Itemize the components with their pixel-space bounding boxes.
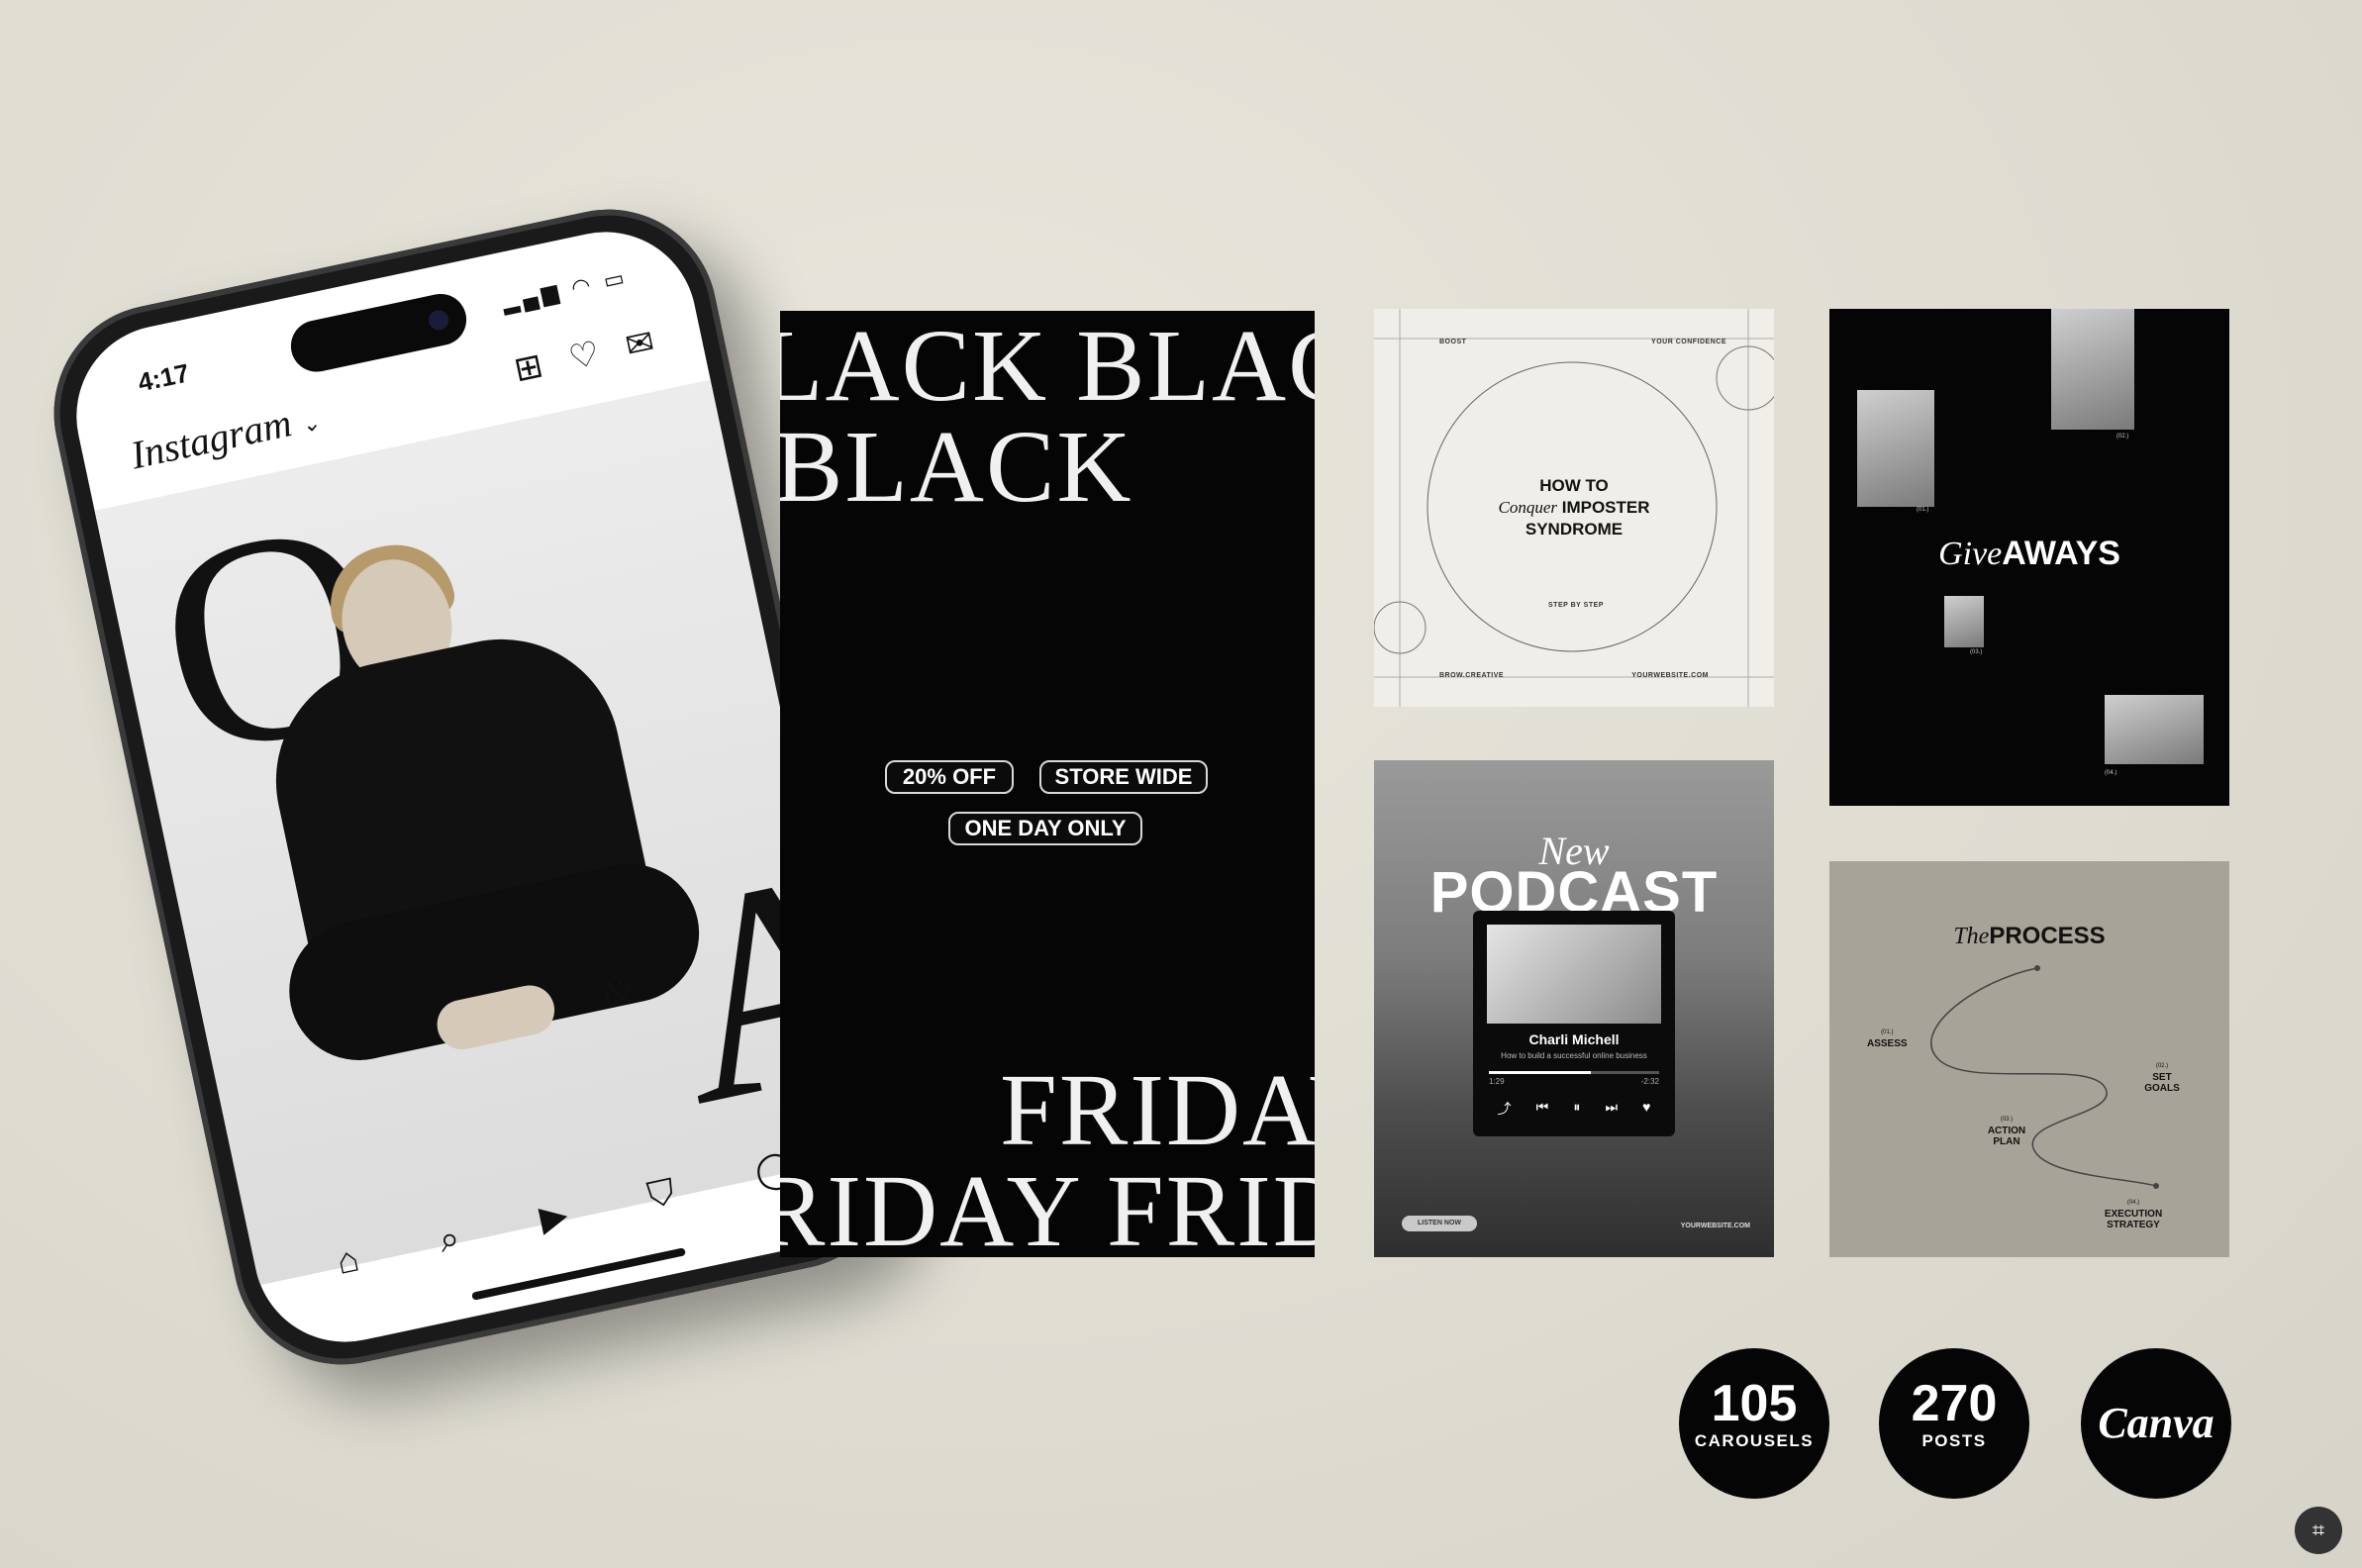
give-title-script: Give [1938,536,2003,572]
give-photo-1 [1857,390,1934,507]
canva-badge: Canva [2081,1348,2231,1499]
bf-top-line-2: BLACK [780,410,1133,524]
store-wide-pill: STORE WIDE [1039,760,1208,794]
remaining-time: -2:32 [1640,1077,1659,1086]
imp-step: STEP BY STEP [1548,602,1604,609]
imp-corner-tl: BOOST [1439,339,1467,345]
give-label-2: (02.) [2116,434,2129,440]
carousels-count: 105 [1711,1375,1798,1432]
give-photo-4 [2105,695,2204,764]
imp-title-line-3: SYNDROME [1525,520,1624,539]
podcast-website: YOURWEBSITE.COM [1680,1223,1750,1229]
add-post-icon[interactable]: ⊞ [511,345,546,390]
bf-bottom-line-2: RIDAY FRIDAY [780,1154,1315,1257]
posts-count: 270 [1911,1375,1998,1432]
discount-pill: 20% OFF [885,760,1014,794]
battery-icon: ▭ [601,263,631,294]
listen-now-button[interactable]: LISTEN NOW [1402,1216,1477,1231]
step-3-label: ACTION PLAN [1987,1126,2026,1147]
give-photo-2 [2051,309,2134,430]
chevron-down-icon: ⌄ [299,409,323,439]
share-icon[interactable]: ⤴ [1498,1099,1512,1119]
scan-text-icon[interactable]: ⌗ [2295,1507,2342,1554]
heart-icon[interactable]: ♥ [1642,1099,1650,1119]
step-4-label: EXECUTION STRATEGY [2104,1209,2163,1230]
give-label-3: (03.) [1970,649,1983,655]
imp-title-script: Conquer [1498,498,1557,517]
process-card: ThePROCESS (01.) ASSESS (02.) SET GOALS (0… [1829,861,2229,1257]
status-icons: ▂▄▆ ◠ ▭ [500,264,631,316]
pause-icon[interactable]: ⏸ [1573,1099,1580,1119]
step-1: (01.) ASSESS [1867,1029,1908,1049]
step-2-label: SET GOALS [2144,1072,2180,1094]
step-4: (04.) EXECUTION STRATEGY [2104,1200,2163,1230]
step-3: (03.) ACTION PLAN [1987,1117,2026,1147]
give-title: GiveAWAYS [1829,535,2229,573]
wifi-icon: ◠ [568,271,597,301]
player-artwork [1487,925,1661,1024]
previous-icon[interactable]: ⏮ [1536,1099,1549,1119]
status-time: 4:17 [135,357,192,398]
progress-track[interactable] [1489,1071,1659,1074]
phone-screen: 4:17 ▂▄▆ ◠ ▭ Instagram ⌄ ⊞ ♡ ✉ Q & A ⌂ ⌕… [59,215,891,1359]
search-icon[interactable]: ⌕ [436,1217,464,1262]
reels-icon[interactable]: ▶ [536,1194,571,1241]
step-2: (02.) SET GOALS [2144,1063,2180,1094]
shop-icon[interactable]: ⛉ [643,1171,678,1219]
posts-label: POSTS [1921,1431,1987,1450]
messenger-icon[interactable]: ✉ [622,322,657,366]
black-friday-card: LACK BLACK BLACK BLACK 20% OFF STORE WID… [780,311,1315,1257]
one-day-pill: ONE DAY ONLY [948,812,1142,845]
give-label-1: (01.) [1917,507,1929,513]
give-title-bold: AWAYS [2002,535,2120,572]
imposter-card: BOOST YOUR CONFIDENCE HOW TO Conquer IMP… [1374,309,1774,707]
elapsed-time: 1:29 [1489,1077,1505,1086]
signal-icon: ▂▄▆ [499,278,564,316]
posts-badge: 270 POSTS [1879,1348,2029,1499]
imp-corner-bl: BROW.CREATIVE [1439,672,1505,679]
heart-icon[interactable]: ♡ [565,334,603,378]
player-episode: How to build a successful online busines… [1501,1051,1647,1060]
progress-fill [1489,1071,1592,1074]
process-path [1930,965,2159,1189]
imp-title-line-2: Conquer IMPOSTER [1374,497,1774,519]
header-actions: ⊞ ♡ ✉ [511,322,658,390]
carousels-badge: 105 CAROUSELS [1679,1348,1829,1499]
imp-title-bold: IMPOSTER [1561,498,1650,517]
give-photo-3 [1944,596,1984,647]
player-host: Charli Michell [1528,1031,1620,1047]
next-icon[interactable]: ⏭ [1605,1099,1618,1119]
home-icon[interactable]: ⌂ [333,1237,362,1284]
instagram-logo[interactable]: Instagram ⌄ [127,393,323,478]
dynamic-island [286,289,471,377]
step-1-label: ASSESS [1867,1038,1908,1049]
podcast-card: New PODCAST Charli Michell How to build … [1374,760,1774,1257]
giveaways-card: (01.) (02.) GiveAWAYS (03.) (04.) [1829,309,2229,806]
imp-corner-tr: YOUR CONFIDENCE [1651,339,1726,345]
give-label-4: (04.) [2105,770,2117,776]
imp-title-line-1: HOW TO [1539,476,1609,495]
canva-logo: Canva [2098,1399,2214,1447]
camera-icon [427,308,450,333]
carousels-label: CAROUSELS [1694,1431,1815,1450]
player-controls: ⤴ ⏮ ⏸ ⏭ ♥ [1473,1099,1675,1119]
imp-title: HOW TO Conquer IMPOSTER SYNDROME [1374,475,1774,540]
music-player: Charli Michell How to build a successful… [1473,911,1675,1136]
imp-corner-br: YOURWEBSITE.COM [1631,672,1709,679]
